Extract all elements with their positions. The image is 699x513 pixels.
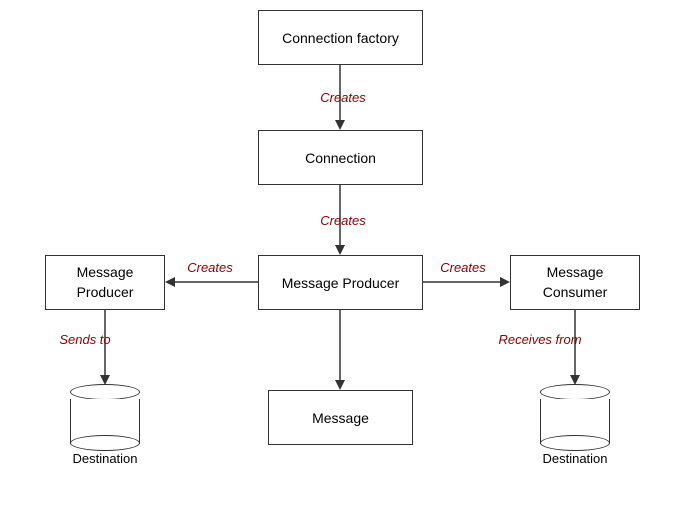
connection-box: Connection (258, 130, 423, 185)
creates-label-2: Creates (308, 213, 378, 228)
connection-factory-box: Connection factory (258, 10, 423, 65)
creates-label-4: Creates (428, 260, 498, 275)
message-producer-label: MessageProducer (77, 263, 134, 302)
destination-left-cylinder: Destination (70, 383, 140, 460)
session-label: Message Producer (282, 275, 400, 291)
cylinder-right-top (540, 384, 610, 400)
cylinder-right-bottom (540, 435, 610, 451)
destination-right-cylinder: Destination (540, 383, 610, 460)
cylinder-left-top (70, 384, 140, 400)
diagram: Connection factory Connection Message Pr… (0, 0, 699, 513)
destination-right-label: Destination (535, 451, 615, 466)
message-consumer-label: MessageConsumer (543, 263, 608, 302)
creates-label-3: Creates (175, 260, 245, 275)
sends-to-label: Sends to (45, 332, 125, 347)
message-box: Message (268, 390, 413, 445)
connection-label: Connection (305, 150, 376, 166)
message-label: Message (312, 410, 369, 426)
destination-left-label: Destination (65, 451, 145, 466)
message-producer-box: MessageProducer (45, 255, 165, 310)
cylinder-left-bottom (70, 435, 140, 451)
creates-label-1: Creates (308, 90, 378, 105)
connection-factory-label: Connection factory (282, 30, 399, 46)
receives-from-label: Receives from (490, 332, 590, 347)
message-consumer-box: MessageConsumer (510, 255, 640, 310)
session-box: Message Producer (258, 255, 423, 310)
